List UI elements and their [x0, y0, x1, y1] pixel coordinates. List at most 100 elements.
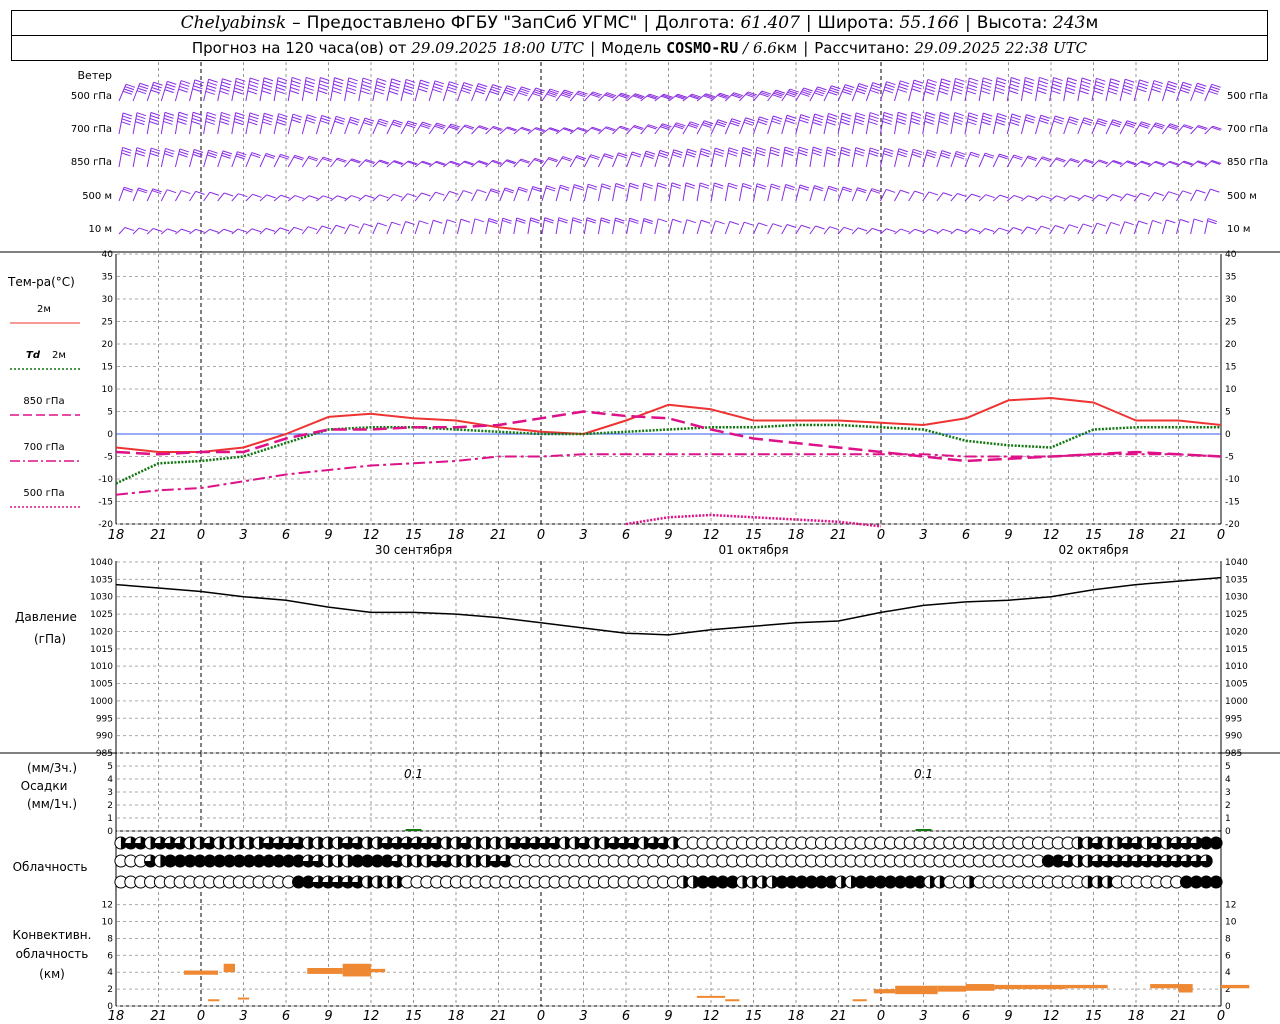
wind-barb-feather: [758, 222, 768, 227]
wind-barb-feather: [1081, 77, 1092, 82]
wind-barb-feather: [463, 190, 473, 195]
wind-barb-feather: [911, 153, 922, 158]
wind-barb-feather: [868, 121, 878, 126]
wind-barb-feather: [336, 115, 346, 120]
wind-barb-feather: [121, 152, 131, 157]
wind-barb-feather: [1180, 218, 1190, 223]
precip-tick-label: 2: [1225, 801, 1231, 811]
wind-barb-feather: [121, 121, 131, 126]
wind-barb-feather: [913, 148, 923, 153]
wind-barb-feather: [1196, 189, 1206, 194]
wind-barb-feather: [249, 77, 260, 82]
wind-barb-feather: [772, 118, 782, 123]
wind-barb-feather: [149, 118, 160, 122]
wind-barb-feather: [478, 83, 488, 88]
wind-barb-feather: [220, 84, 231, 89]
wind-barb-feather: [783, 152, 794, 157]
wind-barb-feather: [420, 79, 430, 84]
precip-tick-label: 3: [107, 788, 113, 798]
wind-barb-feather: [179, 150, 189, 155]
wind-barb-feather: [304, 86, 314, 91]
wind-barb-feather: [138, 85, 148, 90]
wind-barb-feather: [814, 113, 824, 118]
wind-barb-feather: [1197, 82, 1207, 87]
wind-barb-feather: [333, 80, 344, 85]
wind-barb-feather: [152, 84, 162, 89]
wind-barb-shaft: [471, 83, 479, 102]
wind-barb-feather: [1024, 83, 1034, 88]
wind-barb-feather: [882, 117, 893, 122]
wind-barb-feather: [939, 117, 949, 122]
wind-barb-shaft: [851, 187, 858, 202]
wind-barb-feather: [954, 112, 964, 117]
precip-tick-label: 0: [107, 827, 113, 837]
wind-barb-feather: [983, 77, 993, 82]
wind-barb-feather: [390, 84, 400, 89]
wind-barb-shaft: [245, 228, 253, 235]
wind-barb-feather: [263, 77, 274, 82]
wind-barb-feather: [1053, 77, 1063, 82]
wind-barb-feather: [685, 184, 695, 189]
wind-barb-feather: [885, 83, 895, 88]
wind-barb-shaft: [344, 224, 351, 235]
wind-barb-shaft: [569, 155, 578, 168]
wind-barb-feather: [699, 184, 709, 189]
wind-barb-feather: [926, 111, 936, 116]
wind-barb-feather: [1056, 195, 1066, 200]
wind-barb-feather: [727, 152, 738, 157]
wind-barb-feather: [827, 115, 837, 120]
wind-barb-shaft: [1147, 192, 1156, 202]
wind-barb-feather: [1065, 87, 1076, 91]
wind-barb-feather: [1094, 84, 1105, 89]
wind-barb-feather: [967, 87, 977, 92]
wind-barb-feather: [1027, 195, 1038, 200]
wind-barb-feather: [996, 115, 1007, 120]
wind-barb-shaft: [315, 225, 323, 235]
wind-barb-feather: [178, 88, 188, 93]
wind-barb-feather: [770, 149, 780, 154]
wind-barb-feather: [205, 120, 215, 125]
wind-barb-feather: [460, 218, 471, 223]
pressure-tick-label: 1020: [1225, 627, 1248, 637]
pressure-tick-label: 1010: [1225, 662, 1248, 672]
time-tick-label: 3: [919, 1009, 927, 1024]
wind-barb-feather: [799, 116, 810, 121]
wind-barb-feather: [207, 84, 217, 89]
wind-barb-shaft: [724, 221, 731, 235]
pressure-tick-label: 1030: [1225, 593, 1248, 603]
wind-barb-feather: [769, 152, 780, 157]
wind-barb-feather: [997, 77, 1007, 82]
legend-label: 500 гПа: [23, 488, 64, 499]
temp-tick-label: 5: [107, 408, 113, 418]
wind-barb-shaft: [724, 118, 733, 135]
wind-barb-feather: [742, 147, 753, 151]
conv-title: Конвективн.: [13, 928, 92, 942]
wind-barb-feather: [433, 83, 444, 88]
time-tick-label: 0: [1217, 1009, 1225, 1024]
pressure-tick-label: 1035: [1225, 575, 1248, 585]
wind-barb-shaft: [1091, 159, 1100, 168]
legend-label-bold: Td: [26, 350, 41, 361]
wind-barb-feather: [1080, 87, 1090, 92]
wind-barb-feather: [379, 194, 389, 199]
wind-barb-shaft: [203, 191, 211, 202]
wind-barb-feather: [1052, 83, 1062, 88]
pressure-tick-label: 1010: [90, 662, 113, 672]
wind-barb-feather: [180, 82, 190, 87]
wind-barb-feather: [784, 146, 795, 151]
wind-barb-shaft: [146, 228, 154, 235]
wind-barb-feather: [1208, 90, 1218, 95]
wind-barb-feather: [261, 90, 271, 95]
wind-barb-feather: [938, 120, 949, 125]
wind-barb-feather: [813, 146, 823, 151]
wind-barb-feather: [403, 91, 413, 95]
precip-tick-label: 5: [107, 762, 113, 772]
temp-tick-label: -5: [1225, 453, 1234, 463]
wind-barb-shaft: [499, 85, 508, 102]
wind-barb-feather: [164, 89, 174, 94]
wind-barb-feather: [1152, 85, 1162, 90]
wind-barb-feather: [308, 195, 319, 200]
wind-barb-shaft: [950, 228, 958, 235]
wind-barb-feather: [195, 228, 205, 233]
wind-barb-feather: [137, 87, 148, 92]
